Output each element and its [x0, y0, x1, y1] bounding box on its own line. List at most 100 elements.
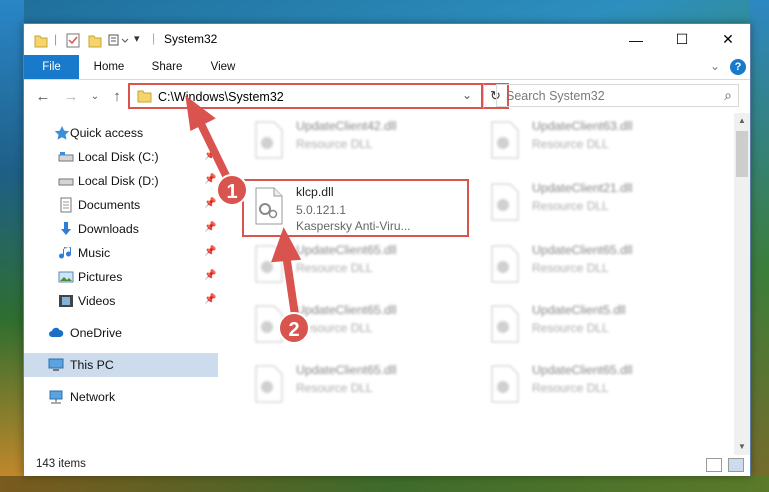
file-type: Resource DLL — [532, 261, 609, 275]
maximize-button[interactable]: ☐ — [659, 24, 705, 55]
folder-icon — [34, 35, 48, 48]
sidebar-item-network[interactable]: Network — [24, 385, 218, 409]
file-item[interactable]: UpdateClient65.dll Resource DLL — [482, 239, 707, 295]
sidebar-item-documents[interactable]: Documents 📌 — [24, 193, 218, 217]
scroll-up-icon[interactable]: ▲ — [734, 113, 750, 129]
item-count: 143 items — [36, 458, 86, 470]
sidebar-item-label: Local Disk (C:) — [78, 150, 159, 164]
file-name: UpdateClient42.dll — [296, 119, 397, 133]
address-bar[interactable]: C:\Windows\System32 ⌄ — [128, 83, 483, 109]
address-dropdown-icon[interactable]: ⌄ — [462, 88, 472, 102]
new-folder-icon[interactable] — [88, 32, 102, 48]
address-path: C:\Windows\System32 — [158, 90, 284, 104]
sidebar-item-videos[interactable]: Videos 📌 — [24, 289, 218, 313]
highlight-box-klcp — [242, 179, 469, 237]
file-name: UpdateClient5.dll — [532, 303, 626, 317]
dll-file-icon — [255, 245, 283, 283]
desktop-background-bottom — [0, 476, 769, 492]
navigation-bar: ← → ⌄ ↑ C:\Windows\System32 ⌄ ↻ Search S… — [24, 80, 750, 113]
sidebar-item-label: Network — [70, 390, 116, 404]
annotation-marker-2: 2 — [278, 312, 310, 344]
sidebar-item-local-disk-c[interactable]: Local Disk (C:) 📌 — [24, 145, 218, 169]
properties-icon[interactable] — [66, 32, 80, 48]
search-input[interactable]: Search System32 ⌕ — [496, 84, 739, 107]
qat-dropdown-icon[interactable]: ▾ — [134, 32, 140, 48]
sidebar-item-local-disk-d[interactable]: Local Disk (D:) 📌 — [24, 169, 218, 193]
file-item[interactable]: UpdateClient63.dll Resource DLL — [482, 115, 707, 171]
folder-icon — [137, 90, 152, 103]
file-item[interactable]: UpdateClient65.dll Resource DLL — [246, 359, 471, 415]
tab-file[interactable]: File — [24, 55, 79, 79]
sidebar-item-pictures[interactable]: Pictures 📌 — [24, 265, 218, 289]
sidebar-item-label: This PC — [70, 358, 114, 372]
sidebar-item-onedrive[interactable]: OneDrive — [24, 321, 218, 345]
status-bar: 143 items — [24, 455, 750, 476]
dll-file-icon — [491, 183, 519, 221]
tab-home[interactable]: Home — [84, 55, 134, 79]
pin-icon: 📌 — [204, 246, 217, 257]
sidebar-item-label: Documents — [78, 198, 141, 212]
drive-icon — [58, 152, 74, 162]
scroll-thumb[interactable] — [736, 131, 748, 177]
minimize-button[interactable]: — — [613, 24, 659, 55]
details-view-icon[interactable] — [706, 458, 722, 472]
file-name: UpdateClient21.dll — [532, 181, 633, 195]
vertical-scrollbar[interactable]: ▲ ▼ — [734, 113, 750, 455]
downloads-icon — [61, 222, 71, 235]
file-name: UpdateClient65.dll — [532, 243, 633, 257]
file-item[interactable]: UpdateClient21.dll Resource DLL — [482, 177, 707, 233]
tab-share[interactable]: Share — [142, 55, 192, 79]
navigation-pane: Quick access Local Disk (C:) 📌 Local Dis… — [24, 113, 220, 455]
pin-icon: 📌 — [204, 270, 217, 281]
file-name: UpdateClient65.dll — [532, 363, 633, 377]
file-item[interactable]: UpdateClient65.dll Resource DLL — [482, 359, 707, 415]
file-type: Resource DLL — [532, 321, 609, 335]
help-icon[interactable]: ? — [730, 59, 746, 75]
back-button[interactable]: ← — [34, 88, 52, 106]
sidebar-item-label: Music — [78, 246, 111, 260]
file-name: UpdateClient65.dll — [296, 303, 397, 317]
dll-file-icon — [255, 121, 283, 159]
recent-locations-button[interactable]: ⌄ — [86, 88, 104, 106]
tab-view[interactable]: View — [199, 55, 247, 79]
sidebar-item-label: Pictures — [78, 270, 123, 284]
expand-ribbon-icon[interactable]: ⌄ — [710, 59, 720, 73]
explorer-window: | ▾ | System32 — ☐ ✕ File Home Share Vie… — [23, 23, 751, 476]
file-type: Resource DLL — [296, 261, 373, 275]
close-button[interactable]: ✕ — [705, 24, 751, 55]
sidebar-item-label: Local Disk (D:) — [78, 174, 159, 188]
dll-file-icon — [491, 245, 519, 283]
separator: | — [54, 32, 58, 46]
music-icon — [59, 247, 71, 259]
window-title: System32 — [164, 32, 218, 46]
computer-icon — [48, 358, 64, 371]
videos-icon — [59, 295, 73, 307]
customize-toolbar-icon[interactable] — [108, 32, 130, 48]
large-icons-view-icon[interactable] — [728, 458, 744, 472]
star-icon — [54, 126, 70, 140]
dll-file-icon — [491, 121, 519, 159]
file-list: UpdateClient42.dll Resource DLL klcp.dll… — [220, 113, 734, 455]
sidebar-item-quick-access[interactable]: Quick access — [24, 121, 218, 145]
file-type: Resource DLL — [296, 381, 373, 395]
drive-icon — [58, 178, 74, 186]
up-button[interactable]: ↑ — [108, 88, 126, 106]
sidebar-item-this-pc[interactable]: This PC — [24, 353, 218, 377]
file-type: Resource DLL — [532, 381, 609, 395]
network-icon — [49, 390, 63, 404]
sidebar-item-music[interactable]: Music 📌 — [24, 241, 218, 265]
desktop-background-right — [749, 0, 769, 492]
file-item[interactable]: UpdateClient5.dll Resource DLL — [482, 299, 707, 355]
file-type: Resource DLL — [532, 199, 609, 213]
sidebar-item-downloads[interactable]: Downloads 📌 — [24, 217, 218, 241]
file-item[interactable]: UpdateClient42.dll Resource DLL — [246, 115, 471, 171]
file-item[interactable]: UpdateClient65.dll Resource DLL — [246, 239, 471, 295]
scroll-down-icon[interactable]: ▼ — [734, 439, 750, 455]
sidebar-item-label: Downloads — [78, 222, 139, 236]
forward-button[interactable]: → — [62, 88, 80, 106]
pin-icon: 📌 — [204, 174, 217, 185]
file-name: UpdateClient63.dll — [532, 119, 633, 133]
pin-icon: 📌 — [204, 222, 217, 233]
pin-icon: 📌 — [204, 294, 217, 305]
documents-icon — [60, 197, 72, 213]
